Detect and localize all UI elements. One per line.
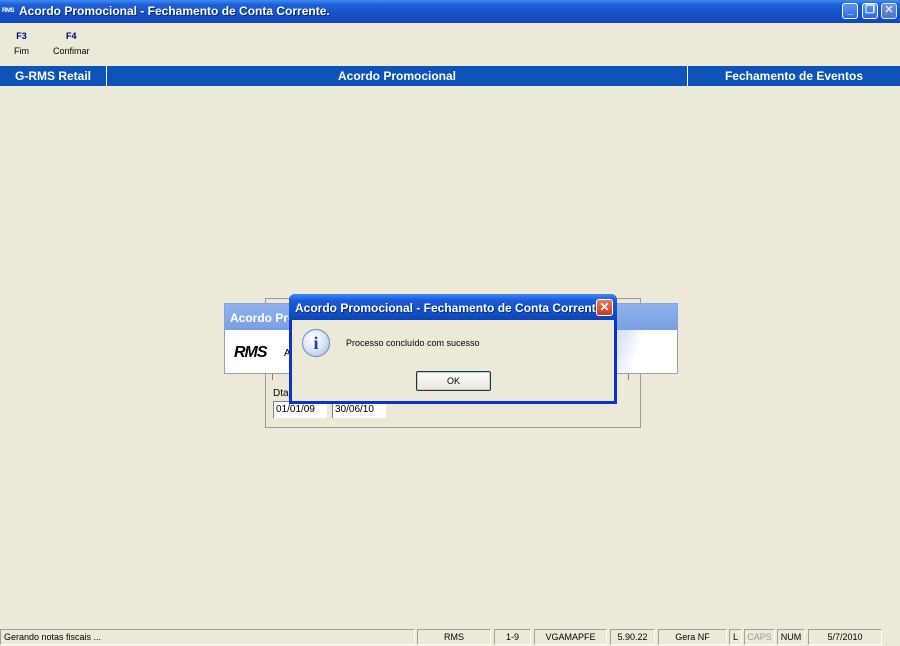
f4-confirmar-button[interactable]: F4 Confimar bbox=[53, 31, 90, 56]
f4-key-label: F4 bbox=[66, 31, 77, 41]
status-range: 1-9 bbox=[494, 629, 531, 645]
dialog-title: Acordo Promocional - Fechamento de Conta… bbox=[295, 301, 606, 315]
f3-key-label: F3 bbox=[16, 31, 27, 41]
minimize-button[interactable]: _ bbox=[842, 3, 858, 19]
progress-window-title: Acordo Pro bbox=[230, 311, 296, 325]
header-band: G-RMS Retail Acordo Promocional Fechamen… bbox=[0, 66, 900, 86]
dialog-title-bar[interactable]: Acordo Promocional - Fechamento de Conta… bbox=[289, 294, 617, 320]
status-system: RMS bbox=[417, 629, 491, 645]
screen-name: Fechamento de Eventos bbox=[724, 69, 864, 83]
status-version: 5.90.22 bbox=[610, 629, 655, 645]
message-dialog: Acordo Promocional - Fechamento de Conta… bbox=[289, 294, 617, 404]
f3-fim-button[interactable]: F3 Fim bbox=[14, 31, 29, 56]
restore-button[interactable]: ❐ bbox=[862, 3, 878, 19]
status-mode: Gera NF bbox=[658, 629, 727, 645]
status-bar: Gerando notas fiscais ... RMS 1-9 VGAMAP… bbox=[0, 627, 900, 646]
rms-app-icon: RMS bbox=[2, 8, 14, 14]
dialog-close-button[interactable]: ✕ bbox=[596, 299, 613, 316]
rms-logo: RMS bbox=[234, 344, 268, 361]
status-caps: CAPS bbox=[744, 629, 775, 645]
dialog-message: Processo concluído com sucesso bbox=[346, 338, 480, 348]
module-name: Acordo Promocional bbox=[337, 69, 456, 83]
function-key-toolbar: F3 Fim F4 Confimar bbox=[0, 27, 900, 63]
status-message: Gerando notas fiscais ... bbox=[0, 629, 415, 645]
f4-action-label: Confimar bbox=[53, 46, 90, 56]
status-num: NUM bbox=[777, 629, 805, 645]
status-l: L bbox=[729, 629, 742, 645]
status-date: 5/7/2010 bbox=[808, 629, 882, 645]
information-icon: i bbox=[302, 329, 330, 357]
status-program: VGAMAPFE bbox=[534, 629, 607, 645]
window-title: Acordo Promocional - Fechamento de Conta… bbox=[19, 4, 330, 18]
system-name: G-RMS Retail bbox=[14, 69, 91, 83]
close-button[interactable]: ✕ bbox=[881, 3, 897, 19]
f3-action-label: Fim bbox=[14, 46, 29, 56]
ok-button[interactable]: OK bbox=[416, 371, 491, 391]
dialog-body: i Processo concluído com sucesso OK bbox=[292, 320, 614, 401]
date-label: Dta bbox=[273, 388, 289, 399]
main-title-bar: RMS Acordo Promocional - Fechamento de C… bbox=[0, 0, 900, 23]
